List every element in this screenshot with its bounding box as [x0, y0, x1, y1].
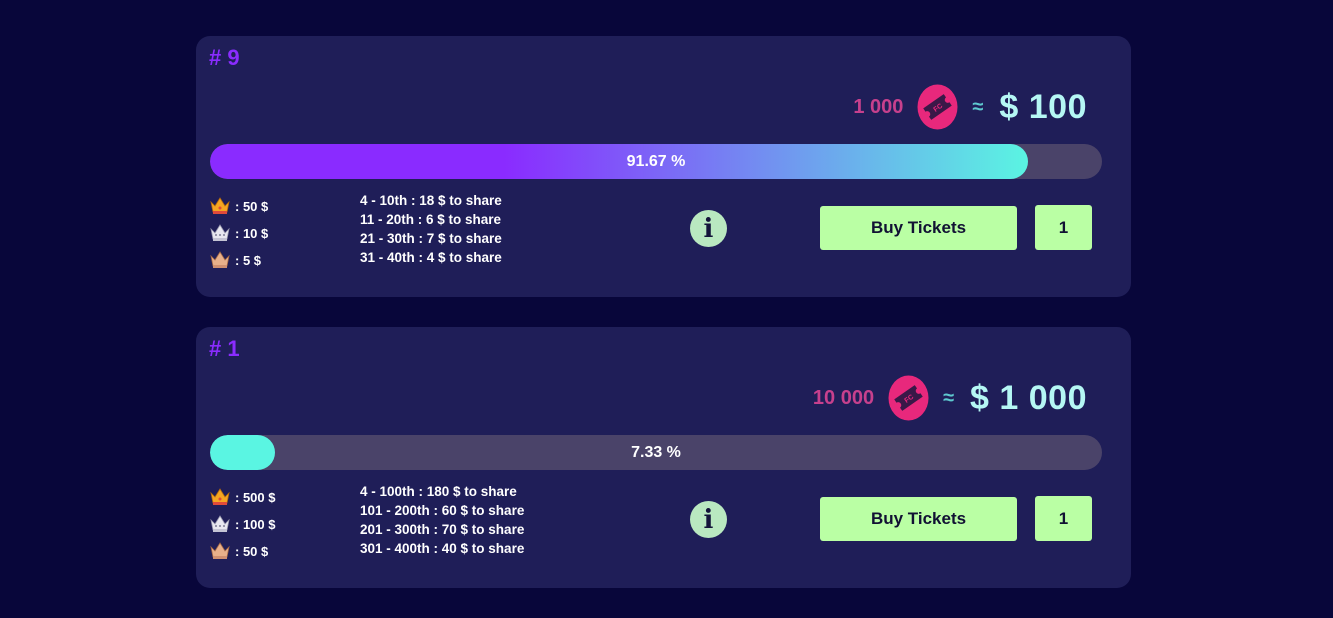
- lottery-card: # 1 10 000 FC ≈ $ 1 000 7.33 % : 500 $:…: [196, 327, 1131, 588]
- buy-tickets-button[interactable]: Buy Tickets: [820, 206, 1017, 250]
- silver-crown-icon: [210, 224, 230, 241]
- ticket-icon: FC: [888, 375, 929, 421]
- prize-range-line: 301 - 400th : 40 $ to share: [360, 541, 525, 556]
- prize-range-line: 4 - 100th : 180 $ to share: [360, 484, 517, 499]
- top-prize-row: : 100 $: [210, 506, 275, 533]
- prize-ranges: 4 - 10th : 18 $ to share 11 - 20th : 6 $…: [360, 191, 502, 267]
- top-prize-row: : 500 $: [210, 479, 275, 506]
- progress-bar: 7.33 %: [210, 435, 1102, 470]
- top-prize-text: : 10 $: [235, 226, 269, 241]
- bronze-crown-icon: [210, 251, 230, 268]
- progress-label: 91.67 %: [626, 152, 686, 170]
- top-prize-text: : 50 $: [235, 544, 269, 559]
- progress-bar: 91.67 %: [210, 144, 1102, 179]
- ticket-amount: 10 000: [812, 386, 875, 409]
- top-prize-text: : 50 $: [235, 199, 269, 214]
- top-prizes: : 50 $ : 10 $ : 5 $: [210, 188, 268, 269]
- usd-value: $ 100: [999, 87, 1087, 126]
- buy-tickets-button[interactable]: Buy Tickets: [820, 497, 1017, 541]
- top-prize-row: : 10 $: [210, 215, 268, 242]
- prize-range-line: 21 - 30th : 7 $ to share: [360, 231, 502, 246]
- top-prize-text: : 5 $: [235, 253, 262, 268]
- usd-value: $ 1 000: [970, 378, 1087, 417]
- ticket-amount: 1 000: [853, 95, 904, 118]
- info-icon[interactable]: i: [690, 501, 727, 538]
- prize-ranges: 4 - 100th : 180 $ to share 101 - 200th :…: [360, 482, 524, 558]
- top-prize-row: : 5 $: [210, 242, 268, 269]
- prize-range-line: 4 - 10th : 18 $ to share: [360, 193, 502, 208]
- ticket-icon: FC: [917, 84, 958, 130]
- silver-crown-icon: [210, 515, 230, 532]
- prize-row: 1 000 FC ≈ $ 100: [853, 84, 1087, 130]
- gold-crown-icon: [210, 197, 230, 214]
- lottery-number: # 1: [209, 336, 240, 361]
- ticket-quantity-input[interactable]: [1035, 496, 1092, 541]
- gold-crown-icon: [210, 488, 230, 505]
- progress-label: 7.33 %: [631, 443, 681, 461]
- prize-range-line: 31 - 40th : 4 $ to share: [360, 250, 502, 265]
- prize-row: 10 000 FC ≈ $ 1 000: [813, 375, 1087, 421]
- info-icon[interactable]: i: [690, 210, 727, 247]
- ticket-quantity-input[interactable]: [1035, 205, 1092, 250]
- top-prize-row: : 50 $: [210, 533, 275, 560]
- prize-range-line: 201 - 300th : 70 $ to share: [360, 522, 525, 537]
- prize-range-line: 101 - 200th : 60 $ to share: [360, 503, 525, 518]
- top-prize-text: : 500 $: [235, 490, 276, 505]
- approx-symbol: ≈: [972, 95, 984, 118]
- lottery-card: # 9 1 000 FC ≈ $ 100 91.67 % : 50 $: 10…: [196, 36, 1131, 297]
- prize-range-line: 11 - 20th : 6 $ to share: [360, 212, 502, 227]
- approx-symbol: ≈: [943, 386, 955, 409]
- top-prizes: : 500 $ : 100 $ : 50 $: [210, 479, 275, 560]
- lottery-number: # 9: [209, 45, 240, 70]
- top-prize-text: : 100 $: [235, 517, 276, 532]
- top-prize-row: : 50 $: [210, 188, 268, 215]
- bronze-crown-icon: [210, 542, 230, 559]
